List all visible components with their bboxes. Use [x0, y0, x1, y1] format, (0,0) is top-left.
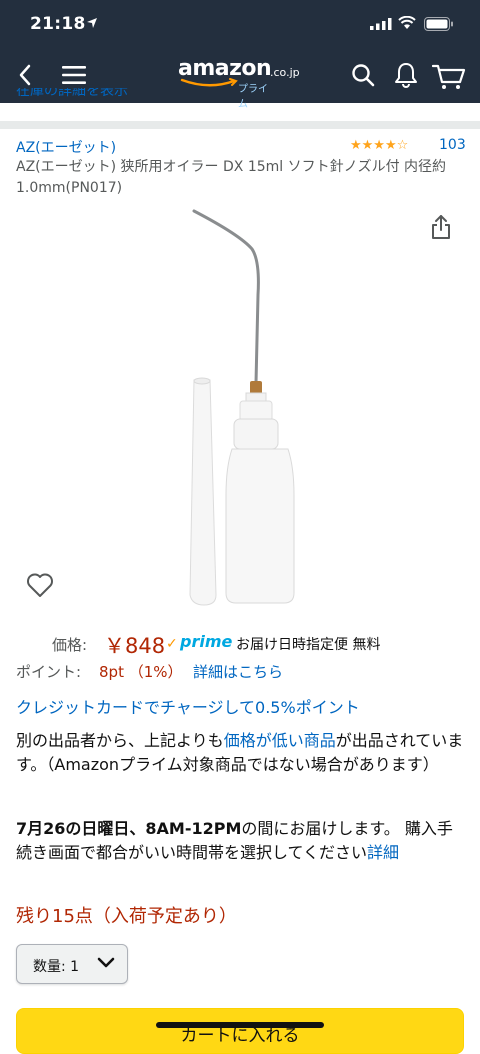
- price-label: 価格:: [52, 636, 88, 654]
- wishlist-heart-icon[interactable]: [26, 572, 54, 598]
- cart-icon[interactable]: [432, 62, 466, 90]
- menu-icon[interactable]: [62, 65, 86, 85]
- rating-stars[interactable]: ★★★★☆: [350, 138, 408, 153]
- cellular-signal-icon: [370, 18, 392, 30]
- delivery-details-link[interactable]: 詳細: [367, 843, 399, 862]
- logo-domain: .co.jp: [270, 66, 300, 79]
- delivery-info: 7月26の日曜日、8AM-12PMの間にお届けします。 購入手続き画面で都合がい…: [16, 817, 466, 865]
- price-value: ￥848: [104, 634, 166, 658]
- chevron-down-icon: [97, 957, 115, 968]
- quantity-label: 数量: 1: [33, 959, 80, 975]
- product-image[interactable]: [180, 205, 320, 610]
- amazon-logo[interactable]: amazon .co.jp プライム: [178, 56, 300, 110]
- location-arrow-icon: [87, 18, 97, 28]
- price-row: 価格: ￥848 ✓ prime お届け日時指定便 無料: [0, 630, 480, 658]
- product-title: AZ(エーゼット) 狭所用オイラー DX 15ml ソフト針ノズル付 内径約1.…: [16, 159, 447, 196]
- rating-count[interactable]: 103: [439, 137, 466, 153]
- status-bar: 21:18: [0, 0, 480, 52]
- add-to-cart-button[interactable]: カートに入れる: [16, 1008, 464, 1054]
- points-label: ポイント:: [16, 663, 82, 681]
- logo-prime-label: プライム: [238, 84, 268, 110]
- credit-card-charge-link[interactable]: クレジットカードでチャージして0.5%ポイント: [16, 694, 360, 718]
- home-indicator[interactable]: [156, 1022, 324, 1028]
- logo-smile-icon: [180, 78, 238, 87]
- delivery-note: お届け日時指定便 無料: [236, 637, 381, 653]
- prime-check-icon: ✓: [166, 636, 178, 652]
- app-header: 21:18 amazon .co.jp プライム 在庫の詳細を表示: [0, 0, 480, 110]
- clipped-link[interactable]: 在庫の詳細を表示: [16, 88, 216, 102]
- back-chevron-icon[interactable]: [18, 64, 32, 86]
- wifi-icon: [398, 16, 416, 29]
- prime-badge: prime: [180, 632, 233, 651]
- brand-link[interactable]: AZ(エーゼット): [16, 137, 116, 157]
- section-divider: [0, 121, 480, 129]
- battery-icon: [424, 17, 453, 31]
- stock-status: 残り15点（入荷予定あり）: [16, 906, 237, 927]
- delivery-date: 7月26の日曜日、8AM-12PM: [16, 819, 242, 838]
- points-details-link[interactable]: 詳細はこちら: [193, 661, 283, 682]
- bell-icon[interactable]: [394, 62, 418, 88]
- share-icon[interactable]: [430, 214, 452, 240]
- lower-price-link[interactable]: 価格が低い商品: [224, 731, 336, 750]
- search-icon[interactable]: [351, 63, 375, 87]
- quantity-select[interactable]: 数量: 1: [16, 944, 128, 984]
- points-value: 8pt （1%）: [99, 663, 183, 681]
- other-sellers-note: 別の出品者から、上記よりも価格が低い商品が出品されています。（Amazonプライ…: [16, 729, 466, 777]
- other-sellers-text: 別の出品者から、上記よりも: [16, 731, 224, 750]
- clock: 21:18: [30, 14, 86, 34]
